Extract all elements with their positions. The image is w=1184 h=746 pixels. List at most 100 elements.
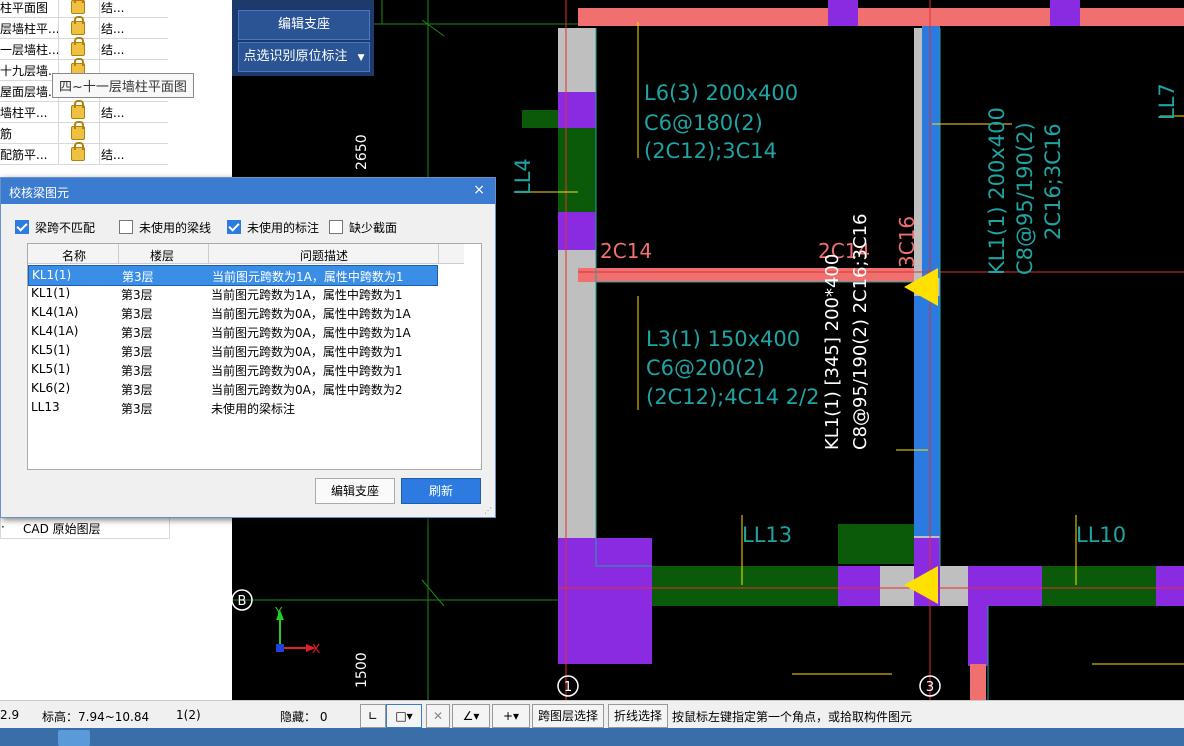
select-box-icon[interactable]: □▾: [386, 704, 422, 728]
layer-lock-cell[interactable]: [58, 16, 100, 38]
layer-lock-cell[interactable]: [58, 37, 100, 59]
row-desc: 未使用的梁标注: [211, 402, 296, 416]
kl1-right-0: KL1(1) 200x400: [985, 107, 1009, 275]
row-name: KL4(1A): [31, 324, 79, 338]
checkbox-label: 缺少截面: [349, 221, 398, 235]
table-row[interactable]: KL4(1A) 第3层 当前图元跨数为0A，属性中跨数为1A: [28, 322, 438, 341]
svg-text:Y: Y: [274, 605, 283, 619]
checkbox-icon[interactable]: [119, 220, 133, 234]
col-name[interactable]: 名称: [62, 247, 86, 264]
edit-support-float-button[interactable]: 编辑支座: [238, 10, 370, 40]
layer-lock-cell[interactable]: [58, 121, 100, 143]
dropdown-arrow-icon: ▼: [357, 53, 365, 63]
row-floor: 第3层: [121, 326, 153, 340]
close-icon[interactable]: ×: [473, 182, 485, 198]
layer-lock-cell[interactable]: [58, 142, 100, 164]
table-row[interactable]: KL5(1) 第3层 当前图元跨数为0A，属性中跨数为1: [28, 341, 438, 360]
layer-row[interactable]: 筋: [0, 121, 168, 144]
checkbox-icon[interactable]: [329, 220, 343, 234]
kl1-right-1: C8@95/190(2): [1013, 122, 1037, 275]
floating-toolbar: 编辑支座 点选识别原位标注 ▼: [232, 0, 374, 76]
row-desc: 当前图元跨数为0A，属性中跨数为1: [211, 345, 403, 359]
l6-line-0: L6(3) 200x400: [644, 81, 798, 105]
check-beam-dialog: 校核梁图元 × 梁跨不匹配 未使用的梁线 未使用的标注 缺少截面 名称 楼层 问题描述…: [0, 177, 496, 518]
l3-line-0: L3(1) 150x400: [646, 327, 800, 351]
row-name: KL5(1): [31, 343, 71, 357]
axis-b: B: [238, 594, 247, 609]
resize-grip-icon[interactable]: ⋰: [484, 506, 492, 515]
status-elevation: 标高：7.94~10.84: [42, 710, 150, 724]
layer-row-name: 层墙柱平...: [0, 22, 58, 36]
lock-icon: [71, 100, 85, 119]
issue-table: 名称 楼层 问题描述 KL1(1) 第3层 当前图元跨数为1A，属性中跨数为1 KL1…: [27, 243, 482, 470]
layer-lock-cell[interactable]: [58, 100, 100, 122]
ll7-label: LL7: [1155, 83, 1179, 120]
checkbox-icon[interactable]: [227, 220, 241, 234]
dim-1500: 1500: [354, 652, 370, 688]
pick-annotation-label: 点选识别原位标注: [243, 49, 348, 64]
lock-icon: [71, 121, 85, 140]
dialog-titlebar[interactable]: 校核梁图元 ×: [1, 178, 495, 204]
rebar-3c16: 3C16: [895, 216, 919, 268]
axis-3: 3: [926, 680, 934, 695]
snap-icon[interactable]: +▾: [492, 704, 530, 728]
svg-text:X: X: [312, 642, 320, 656]
row-name: KL6(2): [31, 381, 71, 395]
pick-annotation-button[interactable]: 点选识别原位标注 ▼: [238, 42, 370, 72]
row-name: KL4(1A): [31, 305, 79, 319]
row-desc: 当前图元跨数为1A，属性中跨数为1: [211, 288, 403, 302]
kl1-right-2: 2C16;3C16: [1041, 123, 1065, 240]
checkbox-icon[interactable]: [15, 220, 29, 234]
filter-checkbox[interactable]: 梁跨不匹配: [15, 219, 95, 235]
layer-row-name: 屋面层墙...: [0, 85, 58, 99]
cross-layer-select-button[interactable]: 跨图层选择: [532, 704, 604, 728]
axis-1: 1: [564, 680, 572, 695]
l3-line-2: (2C12);4C14 2/2: [646, 385, 819, 409]
l6-line-1: C6@180(2): [644, 111, 763, 135]
status-count: 1(2): [176, 708, 201, 722]
row-floor: 第3层: [121, 364, 153, 378]
filter-checkbox[interactable]: 未使用的标注: [227, 219, 319, 235]
filter-checkbox[interactable]: 未使用的梁线: [119, 219, 211, 235]
rebar-2c14-left: 2C14: [600, 239, 652, 263]
edit-support-button[interactable]: 编辑支座: [315, 478, 395, 504]
layer-row[interactable]: 配筋平... 结...: [0, 142, 168, 165]
col-floor[interactable]: 楼层: [150, 247, 174, 264]
layer-row[interactable]: 柱平面图 结...: [0, 0, 168, 18]
refresh-button[interactable]: 刷新: [401, 478, 481, 504]
filter-checkbox[interactable]: 缺少截面: [329, 219, 397, 235]
checkbox-label: 未使用的标注: [247, 221, 320, 235]
status-left-value: 2.9: [0, 708, 20, 722]
cad-layer-label: CAD 原始图层: [23, 522, 101, 536]
lock-icon: [71, 16, 85, 35]
angle-icon[interactable]: ∠▾: [452, 704, 490, 728]
row-desc: 当前图元跨数为1A，属性中跨数为1: [212, 270, 404, 284]
table-row[interactable]: KL6(2) 第3层 当前图元跨数为0A，属性中跨数为2: [28, 379, 438, 398]
folder-icon[interactable]: [58, 730, 90, 746]
layer-row[interactable]: 墙柱平... 结...: [0, 100, 168, 123]
lock-icon: [71, 0, 85, 14]
table-row[interactable]: KL1(1) 第3层 当前图元跨数为1A，属性中跨数为1: [28, 284, 438, 303]
table-row[interactable]: LL13 第3层 未使用的梁标注: [28, 398, 438, 417]
kl1-white-0: KL1(1) [345] 200*400: [822, 254, 843, 450]
ortho-icon[interactable]: ∟: [360, 704, 386, 728]
layer-row[interactable]: 层墙柱平... 结...: [0, 16, 168, 39]
layer-row[interactable]: 一层墙柱... 结...: [0, 37, 168, 60]
table-row[interactable]: KL1(1) 第3层 当前图元跨数为1A，属性中跨数为1: [28, 265, 438, 286]
layer-row-name: 筋: [0, 127, 13, 141]
cross-icon[interactable]: ✕: [426, 704, 450, 728]
polyline-select-button[interactable]: 折线选择: [608, 704, 668, 728]
layer-lock-cell[interactable]: [58, 0, 100, 17]
cad-layer-row[interactable]: · CAD 原始图层: [0, 516, 170, 539]
table-row[interactable]: KL5(1) 第3层 当前图元跨数为0A，属性中跨数为1: [28, 360, 438, 379]
layer-row-name: 墙柱平...: [0, 106, 48, 120]
status-hidden: 隐藏： 0: [280, 710, 328, 724]
l3-line-1: C6@200(2): [646, 356, 765, 380]
ll13-label: LL13: [742, 523, 792, 547]
layer-row-status: 结...: [101, 106, 125, 120]
table-row[interactable]: KL4(1A) 第3层 当前图元跨数为0A，属性中跨数为1A: [28, 303, 438, 322]
status-hint: 按鼠标左键指定第一个角点，或拾取构件图元: [672, 710, 913, 724]
layer-row-name: 柱平面图: [0, 1, 49, 15]
col-desc[interactable]: 问题描述: [300, 247, 348, 264]
layer-row-status: 结...: [101, 43, 125, 57]
